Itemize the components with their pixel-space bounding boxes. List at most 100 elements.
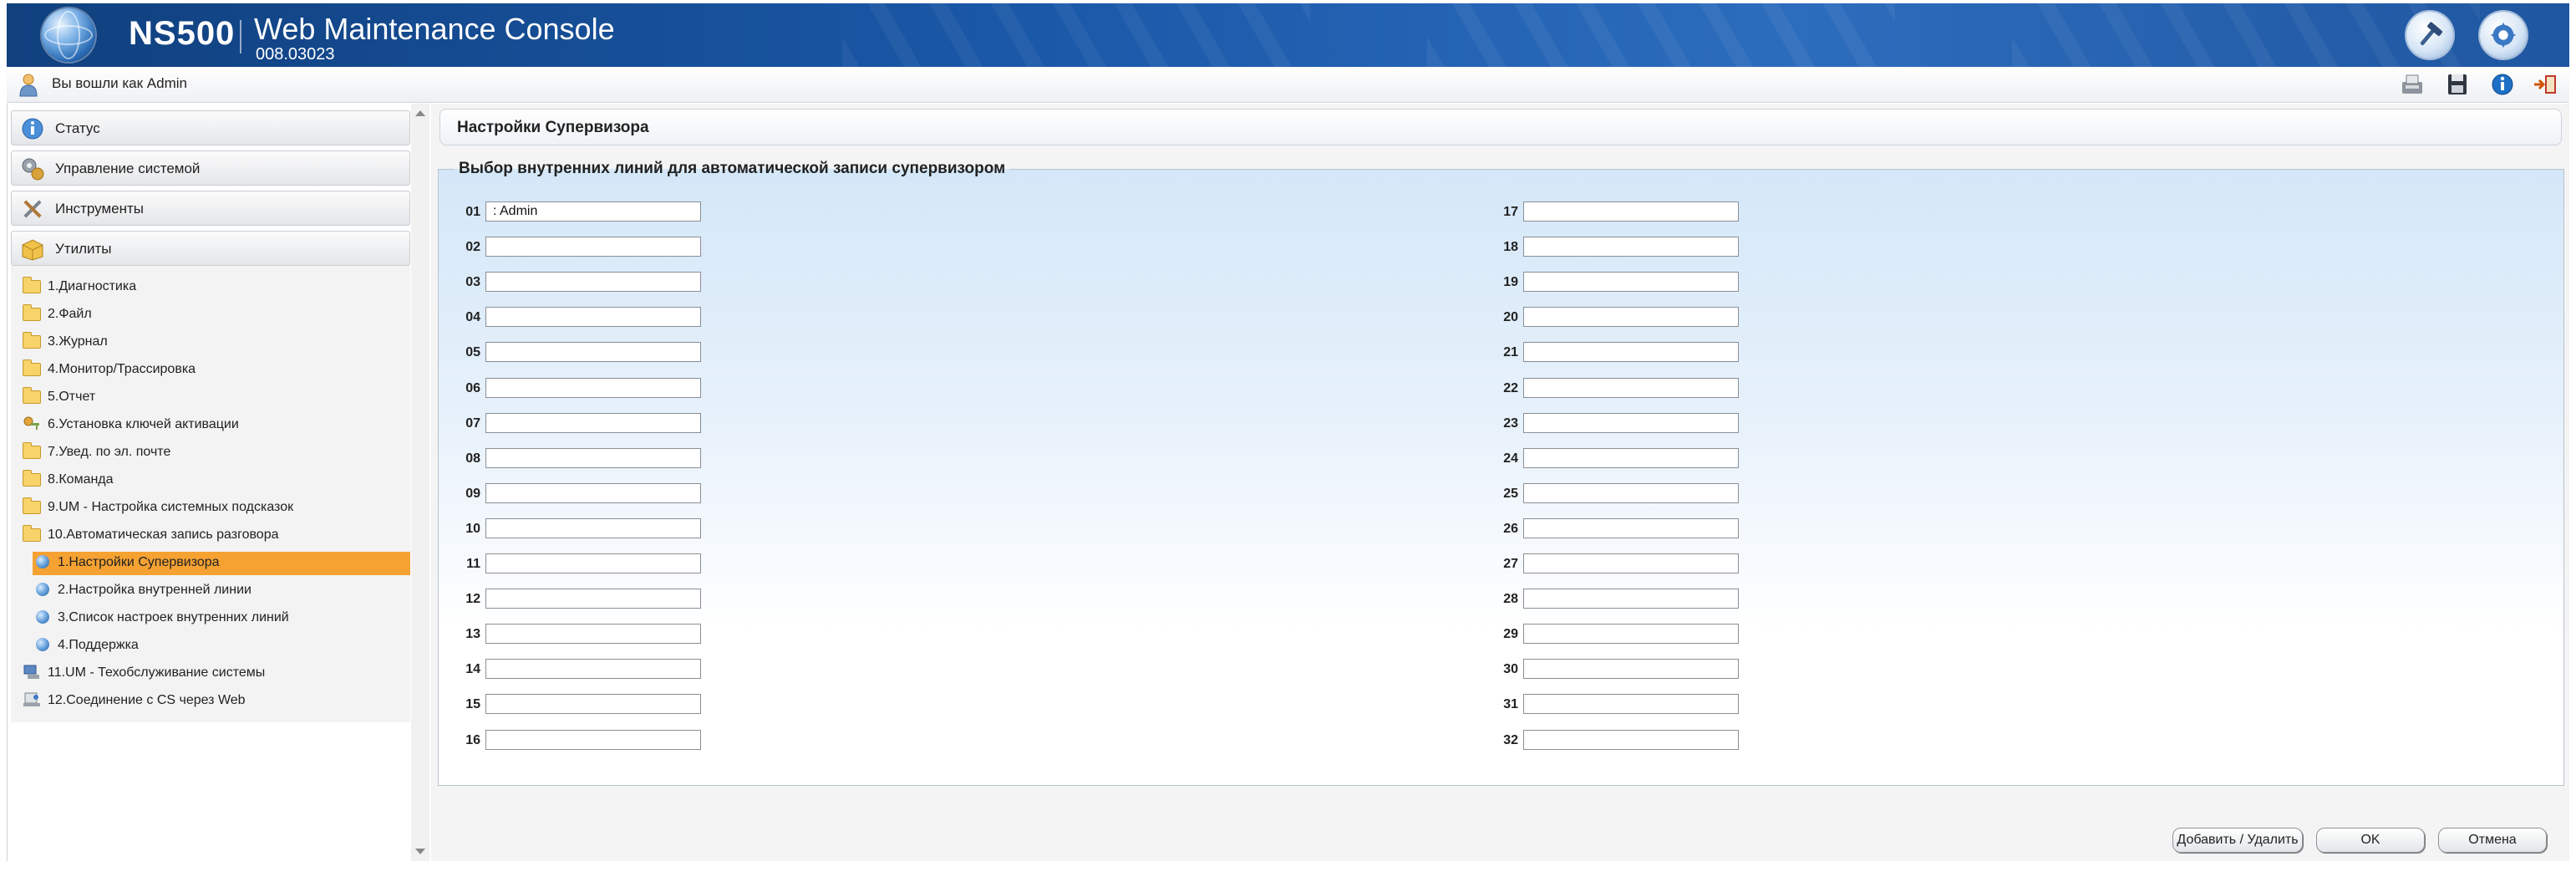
sidebar-section-system-management[interactable]: Управление системой — [11, 150, 410, 186]
extension-row-number: 24 — [1503, 451, 1518, 466]
extension-row-number: 04 — [465, 310, 480, 325]
extension-field[interactable] — [485, 272, 701, 293]
logout-button[interactable] — [2532, 72, 2560, 97]
fax-icon — [2402, 74, 2422, 94]
extension-field[interactable] — [1523, 659, 1739, 680]
extension-field[interactable] — [1523, 517, 1739, 538]
tree-item-auto-recording[interactable]: 10.Автоматическая запись разговора — [23, 524, 399, 548]
sidebar-scrollbar[interactable] — [411, 104, 429, 861]
tree-item-monitor-trace[interactable]: 4.Монитор/Трассировка — [23, 359, 399, 382]
tree-item-report[interactable]: 5.Отчет — [23, 386, 399, 410]
extension-field[interactable] — [1523, 237, 1739, 257]
fax-button[interactable] — [2398, 72, 2426, 97]
extension-field[interactable] — [485, 447, 701, 468]
extension-row-number: 32 — [1503, 732, 1518, 747]
extension-row-number: 14 — [465, 662, 480, 677]
tree-item-web-cs-connection[interactable]: 12.Соединение с CS через Web — [23, 690, 399, 713]
hammer-icon — [2420, 22, 2443, 46]
scroll-up-arrow-icon[interactable] — [415, 110, 425, 116]
tree-item-command[interactable]: 8.Команда — [23, 469, 399, 492]
extension-field[interactable] — [485, 307, 701, 328]
tree-item-diagnostics[interactable]: 1.Диагностика — [23, 276, 399, 299]
extension-field[interactable] — [485, 659, 701, 680]
tree-item-extension-settings[interactable]: 2.Настройка внутренней линии — [33, 579, 400, 603]
tree-item-label: 3.Журнал — [48, 334, 108, 349]
folder-icon — [23, 497, 41, 514]
tree-item-extension-settings-list[interactable]: 3.Список настроек внутренних линий — [33, 607, 400, 630]
header-decoration — [842, 3, 1310, 67]
extension-field[interactable] — [485, 553, 701, 573]
tree-item-um-maintenance[interactable]: 11.UM - Техобслуживание системы — [23, 662, 399, 686]
extension-field[interactable] — [485, 482, 701, 503]
globe-logo-icon — [42, 8, 95, 62]
sidebar-section-utilities[interactable]: Утилиты — [11, 231, 410, 266]
tree-item-activation-keys[interactable]: 6.Установка ключей активации — [23, 414, 399, 437]
gear-triangle-icon — [2490, 22, 2517, 48]
tree-item-file[interactable]: 2.Файл — [23, 303, 399, 327]
extension-field[interactable] — [1523, 201, 1739, 222]
extension-row-number: 20 — [1503, 310, 1518, 325]
extension-row-number: 17 — [1503, 205, 1518, 219]
extension-row-number: 22 — [1503, 380, 1518, 395]
extension-field[interactable] — [485, 694, 701, 715]
extension-field[interactable] — [485, 237, 701, 257]
tree-item-label: 8.Команда — [48, 472, 114, 487]
extension-row-number: 16 — [465, 732, 480, 747]
app-version: 008.03023 — [256, 45, 335, 64]
app-title: Web Maintenance Console — [254, 12, 615, 46]
extension-row-number: 30 — [1503, 662, 1518, 677]
extension-field[interactable] — [1523, 589, 1739, 609]
tree-item-label: 7.Увед. по эл. почте — [48, 445, 171, 459]
extension-field[interactable] — [485, 729, 701, 750]
system-settings-button[interactable] — [2480, 12, 2527, 59]
ok-button[interactable]: OK — [2316, 828, 2425, 853]
extension-field[interactable] — [1523, 624, 1739, 645]
extension-field[interactable] — [485, 342, 701, 363]
app-model: NS500 — [129, 15, 236, 52]
extension-field[interactable] — [485, 201, 701, 222]
extension-field[interactable] — [1523, 729, 1739, 750]
extension-field[interactable] — [1523, 412, 1739, 433]
extension-row-number: 09 — [465, 486, 480, 501]
tree-item-label: 12.Соединение с CS через Web — [48, 693, 246, 707]
tree-item-label: 4.Монитор/Трассировка — [48, 362, 196, 376]
extension-field[interactable] — [1523, 447, 1739, 468]
maintenance-tool-button[interactable] — [2406, 12, 2453, 59]
scroll-down-arrow-icon[interactable] — [415, 849, 425, 854]
extension-field[interactable] — [1523, 272, 1739, 293]
sidebar-section-label: Утилиты — [55, 241, 112, 257]
tree-item-label: 6.Установка ключей активации — [48, 417, 239, 431]
extension-field[interactable] — [1523, 482, 1739, 503]
supervisor-extension-group: Выбор внутренних линий для автоматическо… — [438, 160, 2564, 786]
extension-field[interactable] — [485, 412, 701, 433]
tree-item-um-system-prompts[interactable]: 9.UM - Настройка системных подсказок — [23, 497, 399, 520]
page-title-bar: Настройки Супервизора — [439, 109, 2562, 145]
header-decoration — [1427, 3, 1895, 67]
sidebar-section-tools[interactable]: Инструменты — [11, 191, 410, 226]
extension-field[interactable] — [1523, 553, 1739, 573]
extension-field[interactable] — [485, 517, 701, 538]
extension-row-number: 23 — [1503, 415, 1518, 431]
extension-row-number: 11 — [466, 557, 480, 571]
cancel-button[interactable]: Отмена — [2438, 828, 2547, 853]
extension-field[interactable] — [1523, 694, 1739, 715]
save-button[interactable] — [2443, 72, 2472, 97]
sidebar-section-status[interactable]: Статус — [11, 110, 410, 145]
extension-field[interactable] — [1523, 342, 1739, 363]
title-divider — [240, 20, 241, 54]
extension-field[interactable] — [485, 589, 701, 609]
info-button[interactable] — [2488, 72, 2517, 97]
status-info-icon — [22, 118, 43, 140]
extension-field[interactable] — [485, 377, 701, 398]
tree-item-log[interactable]: 3.Журнал — [23, 331, 399, 354]
extension-field[interactable] — [1523, 377, 1739, 398]
tree-item-supervisor-settings[interactable]: 1.Настройки Супервизора — [33, 552, 410, 575]
tree-item-support[interactable]: 4.Поддержка — [33, 635, 400, 658]
folder-open-icon — [23, 525, 41, 542]
web-connection-icon — [23, 692, 40, 706]
add-remove-button[interactable]: Добавить / Удалить — [2172, 828, 2303, 853]
tree-item-email-notification[interactable]: 7.Увед. по эл. почте — [23, 441, 399, 465]
extension-field[interactable] — [485, 624, 701, 645]
activation-key-icon — [23, 416, 39, 430]
extension-field[interactable] — [1523, 307, 1739, 328]
